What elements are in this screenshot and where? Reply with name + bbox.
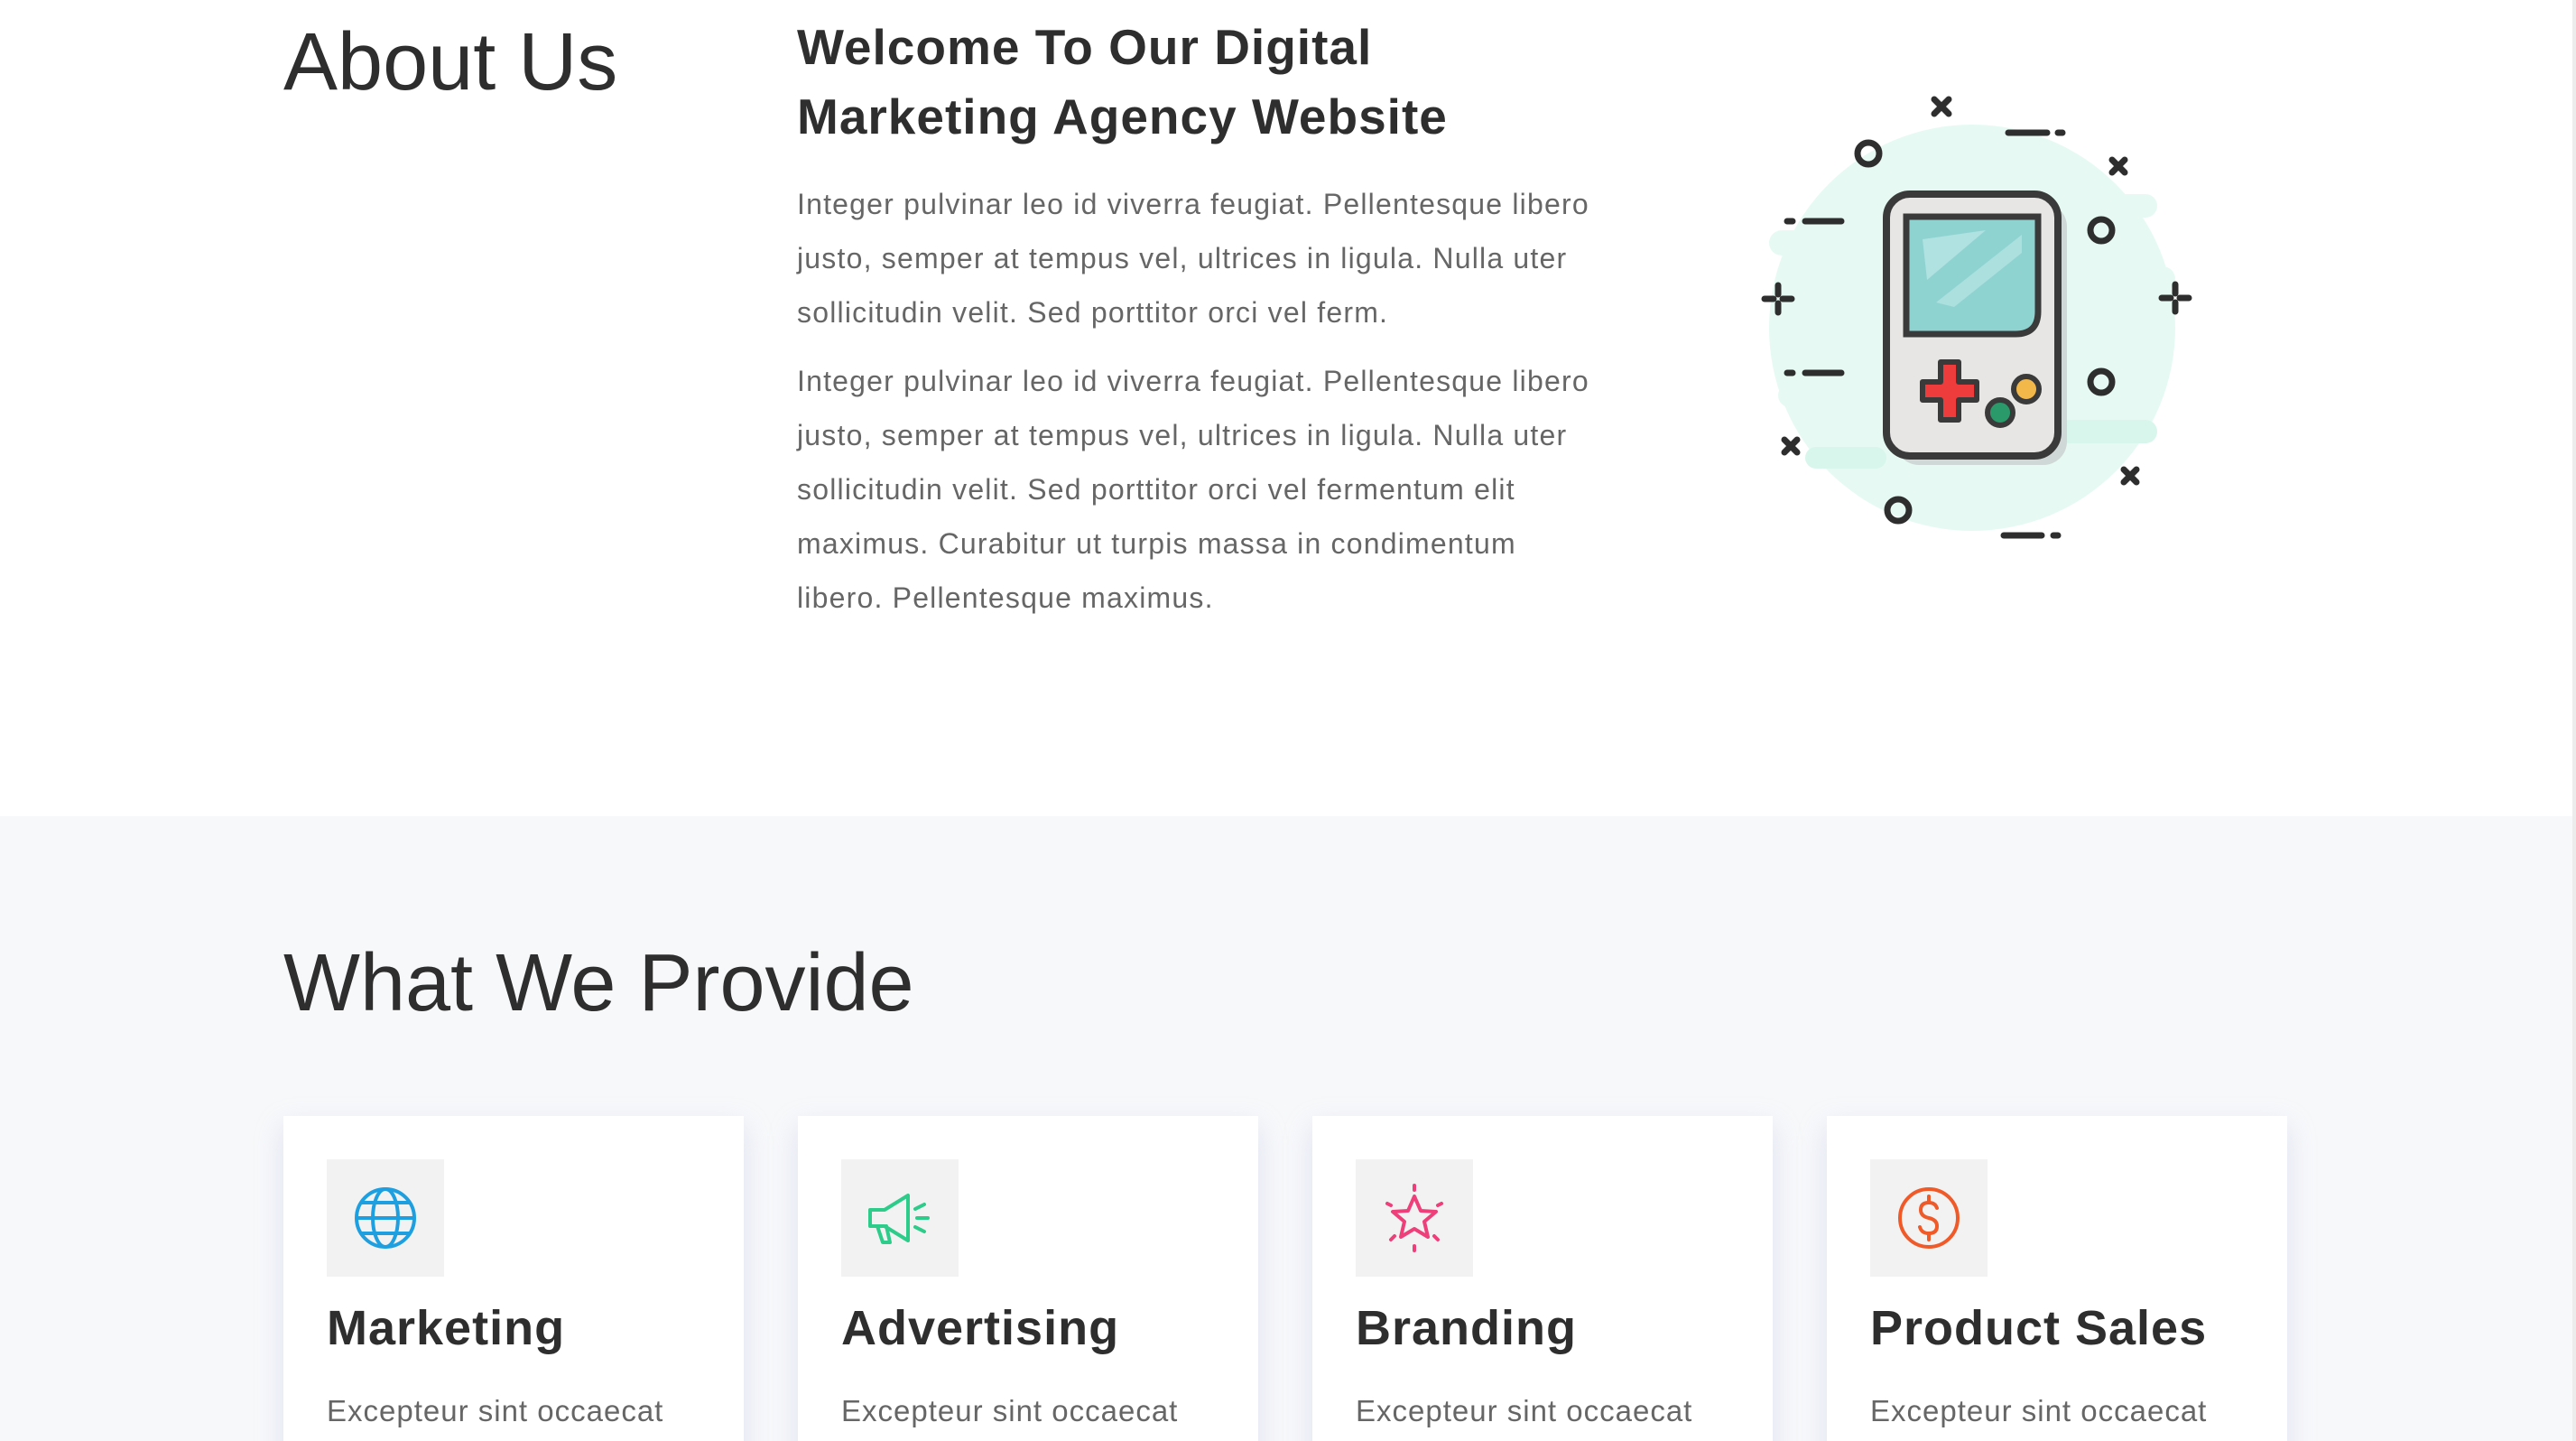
service-icon-box <box>327 1159 444 1277</box>
scrollbar[interactable] <box>2572 0 2576 1441</box>
service-card-branding[interactable]: Branding Excepteur sint occaecat <box>1312 1116 1773 1441</box>
service-card-title: Marketing <box>327 1301 566 1355</box>
star-icon <box>1385 1184 1443 1252</box>
game-console-illustration <box>1751 86 2193 546</box>
service-card-text: Excepteur sint occaecat <box>1870 1394 2208 1427</box>
service-icon-box <box>1870 1159 1988 1277</box>
service-card-text: Excepteur sint occaecat <box>327 1394 664 1427</box>
service-card-product-sales[interactable]: Product Sales Excepteur sint occaecat <box>1827 1116 2287 1441</box>
dollar-coin-icon <box>1898 1187 1960 1249</box>
about-paragraph-1: Integer pulvinar leo id viverra feugiat.… <box>797 188 1589 329</box>
services-section: What We Provide Marketing Excepteur sint… <box>0 816 2572 1441</box>
about-title: About Us <box>283 17 618 107</box>
service-card-title: Advertising <box>841 1301 1120 1355</box>
service-card-title: Product Sales <box>1870 1301 2208 1355</box>
about-section: About Us Welcome To Our Digital Marketin… <box>0 0 2572 816</box>
service-icon-box <box>1356 1159 1473 1277</box>
service-card-advertising[interactable]: Advertising Excepteur sint occaecat <box>798 1116 1258 1441</box>
game-console-icon <box>1761 96 2192 539</box>
service-card-title: Branding <box>1356 1301 1577 1355</box>
service-card-text: Excepteur sint occaecat <box>1356 1394 1693 1427</box>
services-title: What We Provide <box>283 938 914 1028</box>
globe-icon <box>355 1187 416 1249</box>
megaphone-icon <box>868 1194 930 1244</box>
service-icon-box <box>841 1159 959 1277</box>
about-heading: Welcome To Our Digital Marketing Agency … <box>797 19 1448 144</box>
service-card-marketing[interactable]: Marketing Excepteur sint occaecat <box>283 1116 744 1441</box>
about-paragraph-2: Integer pulvinar leo id viverra feugiat.… <box>797 365 1589 614</box>
service-card-text: Excepteur sint occaecat <box>841 1394 1179 1427</box>
